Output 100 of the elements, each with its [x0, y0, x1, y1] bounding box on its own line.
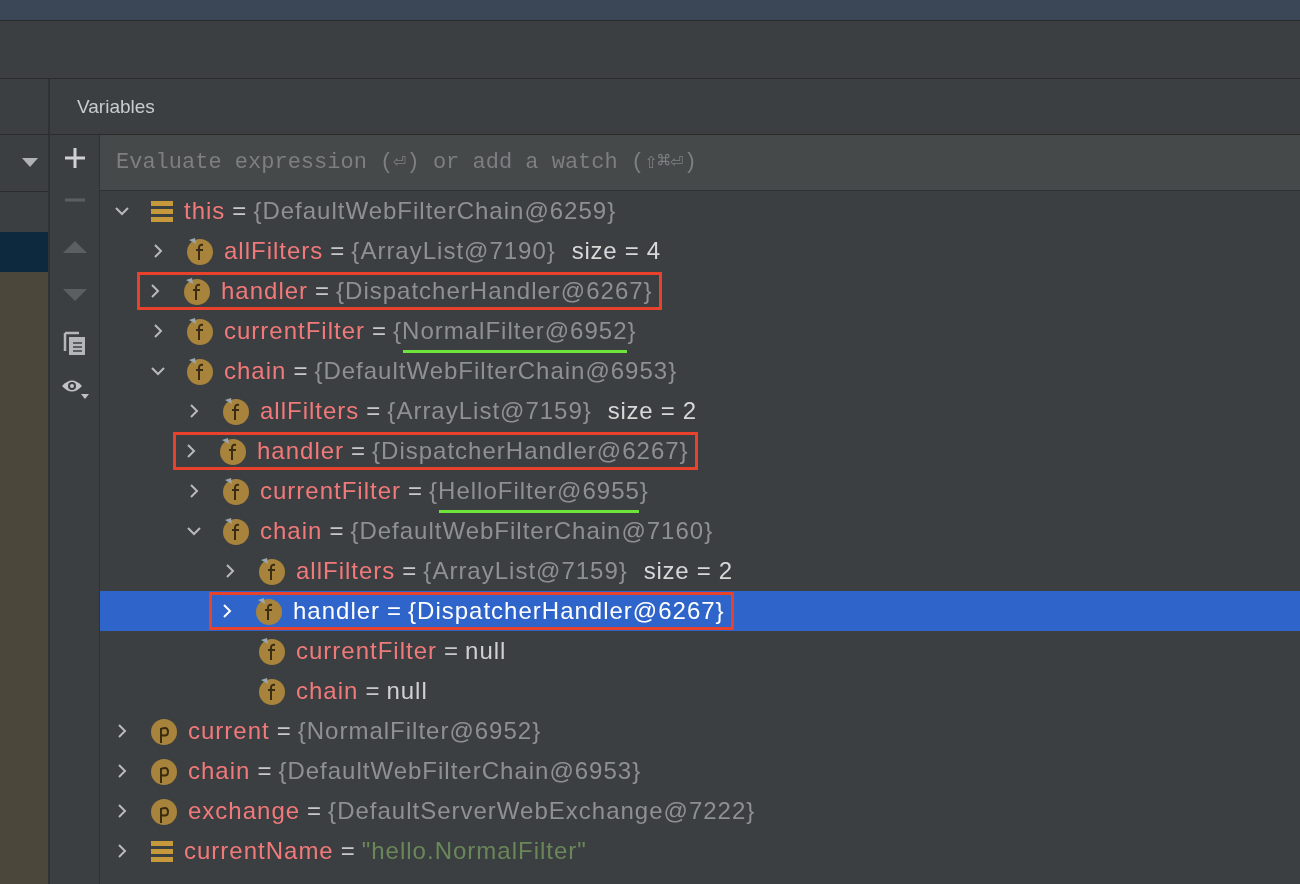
chevron-down-icon[interactable]	[115, 204, 129, 218]
chevron-right-icon[interactable]	[223, 564, 237, 578]
equals-sign: =	[387, 597, 402, 625]
field-icon	[186, 356, 214, 386]
equals-sign: =	[330, 237, 345, 265]
chevron-right-icon[interactable]	[151, 324, 165, 338]
equals-sign: =	[329, 517, 344, 545]
variable-value: {DispatcherHandler@6267}	[372, 437, 689, 465]
variable-value: {DefaultWebFilterChain@6259}	[253, 197, 617, 225]
field-icon	[258, 676, 286, 706]
chevron-right-icon[interactable]	[148, 284, 162, 298]
tree-row[interactable]: handler = {DispatcherHandler@6267}	[100, 271, 1300, 311]
variable-value: {ArrayList@7159}	[423, 557, 628, 585]
dropdown-caret-icon[interactable]	[22, 158, 38, 168]
size-label: size = 4	[571, 237, 661, 265]
equals-sign: =	[366, 397, 381, 425]
equals-sign: =	[293, 357, 308, 385]
variable-value: {DispatcherHandler@6267}	[408, 597, 725, 625]
panel-title: Variables	[77, 95, 155, 118]
field-icon	[186, 316, 214, 346]
variable-name: handler	[293, 597, 381, 625]
tree-row[interactable]: currentFilter = {NormalFilter@6952}	[100, 311, 1300, 351]
equals-sign: =	[351, 437, 366, 465]
equals-sign: =	[372, 317, 387, 345]
variable-name: currentName	[184, 837, 334, 865]
tree-row[interactable]: chain = {DefaultWebFilterChain@6953}	[100, 351, 1300, 391]
chevron-right-icon[interactable]	[115, 764, 129, 778]
parameter-icon	[150, 756, 178, 786]
variable-value: {DefaultServerWebExchange@7222}	[328, 797, 756, 825]
variable-name: chain	[188, 757, 251, 785]
stack-icon	[150, 199, 174, 223]
tree-row[interactable]: currentName = "hello.NormalFilter"	[100, 831, 1300, 871]
variable-name: this	[184, 197, 226, 225]
field-icon	[186, 236, 214, 266]
evaluate-expression-field[interactable]: Evaluate expression (⏎) or add a watch (⇧⌘⏎)	[100, 135, 1300, 191]
variable-value: {NormalFilter@6952}	[393, 317, 637, 345]
parameter-icon	[150, 796, 178, 826]
tree-row[interactable]: exchange = {DefaultServerWebExchange@7222}	[100, 791, 1300, 831]
variable-name: current	[188, 717, 270, 745]
chevron-right-icon[interactable]	[151, 244, 165, 258]
tree-row[interactable]: allFilters = {ArrayList@7159} size = 2	[100, 391, 1300, 431]
variable-name: currentFilter	[260, 477, 402, 505]
equals-sign: =	[408, 477, 423, 505]
chevron-right-icon[interactable]	[187, 404, 201, 418]
tree-row[interactable]: allFilters = {ArrayList@7190} size = 4	[100, 231, 1300, 271]
field-icon	[222, 476, 250, 506]
tree-row[interactable]: chain = {DefaultWebFilterChain@6953}	[100, 751, 1300, 791]
equals-sign: =	[257, 757, 272, 785]
variable-value: {DefaultWebFilterChain@6953}	[278, 757, 642, 785]
variable-name: chain	[224, 357, 287, 385]
chevron-right-icon[interactable]	[115, 724, 129, 738]
field-icon	[183, 276, 211, 306]
chevron-down-icon[interactable]	[187, 524, 201, 538]
tree-row[interactable]: handler = {DispatcherHandler@6267}	[100, 591, 1300, 631]
variable-value: {DispatcherHandler@6267}	[336, 277, 653, 305]
variable-name: chain	[260, 517, 323, 545]
variable-name: currentFilter	[224, 317, 366, 345]
variable-name: chain	[296, 677, 359, 705]
chevron-right-icon[interactable]	[187, 484, 201, 498]
variable-value: {HelloFilter@6955}	[429, 477, 649, 505]
equals-sign: =	[232, 197, 247, 225]
variable-name: allFilters	[260, 397, 360, 425]
size-label: size = 2	[607, 397, 697, 425]
equals-sign: =	[315, 277, 330, 305]
variable-name: allFilters	[296, 557, 396, 585]
field-icon	[258, 636, 286, 666]
field-icon	[222, 396, 250, 426]
field-icon	[219, 436, 247, 466]
variable-value: {DefaultWebFilterChain@6953}	[314, 357, 678, 385]
tree-row[interactable]: currentFilter = {HelloFilter@6955}	[100, 471, 1300, 511]
variable-value: null	[386, 677, 428, 705]
tree-row[interactable]: chain = {DefaultWebFilterChain@7160}	[100, 511, 1300, 551]
variable-name: exchange	[188, 797, 301, 825]
chevron-right-icon[interactable]	[115, 804, 129, 818]
variable-value: {ArrayList@7190}	[351, 237, 556, 265]
field-icon	[222, 516, 250, 546]
chevron-down-icon[interactable]	[151, 364, 165, 378]
equals-sign: =	[307, 797, 322, 825]
tree-row[interactable]: currentFilter = null	[100, 631, 1300, 671]
size-label: size = 2	[643, 557, 733, 585]
stack-icon	[150, 839, 174, 863]
chevron-right-icon[interactable]	[220, 604, 234, 618]
equals-sign: =	[365, 677, 380, 705]
variable-name: handler	[221, 277, 309, 305]
variable-name: allFilters	[224, 237, 324, 265]
tree-row[interactable]: this = {DefaultWebFilterChain@6259}	[100, 191, 1300, 231]
variable-value: {DefaultWebFilterChain@7160}	[350, 517, 714, 545]
chevron-right-icon[interactable]	[184, 444, 198, 458]
tree-row[interactable]: allFilters = {ArrayList@7159} size = 2	[100, 551, 1300, 591]
variable-value: null	[465, 637, 507, 665]
tree-row[interactable]: chain = null	[100, 671, 1300, 711]
tree-row[interactable]: current = {NormalFilter@6952}	[100, 711, 1300, 751]
plus-icon[interactable]	[63, 147, 86, 169]
parameter-icon	[150, 716, 178, 746]
chevron-right-icon[interactable]	[115, 844, 129, 858]
equals-sign: =	[402, 557, 417, 585]
variable-value: {ArrayList@7159}	[387, 397, 592, 425]
copy-icon[interactable]	[62, 331, 87, 357]
tree-row[interactable]: handler = {DispatcherHandler@6267}	[100, 431, 1300, 471]
equals-sign: =	[340, 837, 355, 865]
